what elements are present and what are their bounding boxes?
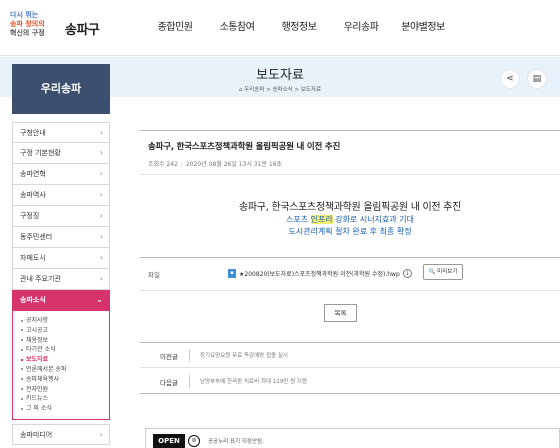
license-text: 공공누리 표기 지정안됨. bbox=[208, 439, 264, 445]
prev-post-row[interactable]: 이전글 장기요양요원 무료 독감예방 접종 실시 bbox=[140, 343, 560, 368]
submenu-item[interactable]: 그 외 소식 bbox=[21, 404, 109, 414]
prev-post-label: 이전글 bbox=[160, 353, 178, 361]
chevron-right-icon: › bbox=[99, 190, 103, 199]
sidebar-title: 우리송파 bbox=[12, 64, 110, 114]
body-subheadline-1: 스포츠 인프라 강화로 시너지효과 기대 bbox=[286, 215, 414, 224]
page-title: 보도자료 bbox=[256, 68, 304, 83]
sidebar-item[interactable]: 송파미디어 › bbox=[12, 423, 110, 445]
logo-name: 송파구 bbox=[65, 23, 100, 38]
logo-slogan: 다시 뛰는 송파 창의의 혁신의 구정 bbox=[10, 11, 45, 37]
sidebar-item[interactable]: 구정 기본현황 › bbox=[12, 143, 110, 164]
gnb-item[interactable]: 종합민원 bbox=[150, 0, 200, 56]
submenu-item[interactable]: 전자민원 bbox=[21, 385, 109, 395]
next-post-row[interactable]: 다음글 남양부부에 한국판 치료비 최대 119만 원 지원 bbox=[140, 369, 560, 394]
chevron-right-icon: › bbox=[99, 128, 103, 137]
sidebar-submenu: 공지사항 고시공고 채용정보 타기관 소식 보도자료 언론에서본 송파 송파체육… bbox=[12, 311, 110, 420]
download-icon[interactable]: ↓ bbox=[402, 268, 412, 278]
article-title: 송파구, 한국스포츠정책과학원 올림픽공원 내 이전 추진 bbox=[148, 142, 341, 152]
chevron-right-icon: › bbox=[99, 232, 103, 241]
gnb-item[interactable]: 분야별정보 bbox=[394, 0, 452, 56]
chevron-right-icon: › bbox=[99, 429, 103, 439]
submenu-item[interactable]: 공지사항 bbox=[21, 316, 109, 326]
sidebar-item[interactable]: 관내 주요기관 › bbox=[12, 269, 110, 290]
gnb-item[interactable]: 우리송파 bbox=[332, 0, 390, 56]
site-logo[interactable]: 다시 뛰는 송파 창의의 혁신의 구정 송파구 bbox=[10, 11, 128, 45]
chevron-right-icon: › bbox=[99, 169, 103, 178]
chevron-right-icon: › bbox=[99, 211, 103, 220]
views-count: 조회수 242 bbox=[148, 161, 178, 168]
submenu-item[interactable]: 송파체육행사 bbox=[21, 375, 109, 385]
sidebar-item[interactable]: 자매도시 › bbox=[12, 248, 110, 269]
sidebar-item-active[interactable]: 송파소식 ⌄ bbox=[12, 290, 110, 311]
print-icon[interactable]: ▤ bbox=[527, 69, 547, 89]
chevron-right-icon: › bbox=[99, 253, 103, 262]
file-label: 파일 bbox=[148, 271, 160, 279]
chevron-right-icon: › bbox=[99, 274, 103, 283]
submenu-item[interactable]: 고시공고 bbox=[21, 326, 109, 336]
sidebar-item[interactable]: 송파연혁 › bbox=[12, 164, 110, 185]
sidebar-item[interactable]: 송파역사 › bbox=[12, 185, 110, 206]
body-subheadline-2: 도시관리계획 절차 완료 후 최종 확정 bbox=[288, 227, 412, 236]
open-license-badge: OPEN bbox=[153, 434, 185, 448]
breadcrumb: ⌂ 우리송파 > 송파소식 > 보도자료 bbox=[238, 87, 322, 93]
share-icon[interactable]: ⋖ bbox=[500, 69, 520, 89]
post-date: 2020년 08월 26일 13시 31분 16초 bbox=[185, 161, 283, 168]
divider bbox=[140, 130, 560, 131]
license-box: OPEN ⊜ 공공누리 표기 지정안됨. bbox=[145, 428, 560, 448]
divider bbox=[140, 290, 560, 291]
divider bbox=[140, 257, 560, 258]
sidebar-item[interactable]: 동주민센터 › bbox=[12, 227, 110, 248]
prev-post-link[interactable]: 장기요양요원 무료 독감예방 접종 실시 bbox=[200, 351, 288, 359]
sidebar-item[interactable]: 구청안내 › bbox=[12, 122, 110, 143]
hwp-file-icon: ▪ bbox=[228, 268, 236, 278]
attachment: ▪ ★200820(보도자료)스포츠정책과학원 이전(과학원 수정).hwp ↓ bbox=[228, 266, 412, 280]
site-header: 다시 뛰는 송파 창의의 혁신의 구정 송파구 종합민원 소통참여 행정정보 우… bbox=[0, 0, 560, 56]
submenu-item[interactable]: 언론에서본 송파 bbox=[21, 365, 109, 375]
sidebar-menu: 구청안내 › 구정 기본현황 › 송파연혁 › 송파역사 › 구정징 › 동주민센터 › 자… bbox=[12, 122, 110, 445]
gnb-item[interactable]: 행정정보 bbox=[270, 0, 328, 56]
gnb-item[interactable]: 소통참여 bbox=[208, 0, 266, 56]
submenu-item[interactable]: 채용정보 bbox=[21, 336, 109, 346]
next-post-label: 다음글 bbox=[160, 379, 178, 387]
sidebar-item[interactable]: 구정징 › bbox=[12, 206, 110, 227]
main-nav: 종합민원 소통참여 행정정보 우리송파 분야별정보 bbox=[150, 0, 452, 56]
attachment-link[interactable]: ★200820(보도자료)스포츠정책과학원 이전(과학원 수정).hwp bbox=[239, 269, 400, 278]
preview-button[interactable]: 🔍 미리보기 bbox=[423, 264, 463, 280]
body-headline: 송파구, 한국스포츠정책과학원 올림픽공원 내 이전 추진 bbox=[239, 202, 461, 213]
list-button[interactable]: 목록 bbox=[324, 304, 357, 322]
divider bbox=[140, 174, 560, 175]
license-icon: ⊜ bbox=[188, 435, 200, 447]
next-post-link[interactable]: 남양부부에 한국판 치료비 최대 119만 원 지원 bbox=[200, 377, 307, 385]
submenu-item-current[interactable]: 보도자료 bbox=[21, 355, 109, 365]
chevron-down-icon: ⌄ bbox=[96, 295, 103, 304]
chevron-right-icon: › bbox=[99, 148, 103, 157]
submenu-item[interactable]: 타기관 소식 bbox=[21, 345, 109, 355]
submenu-item[interactable]: 카드뉴스 bbox=[21, 394, 109, 404]
article-meta: 조회수 242 | 2020년 08월 26일 13시 31분 16초 bbox=[148, 161, 283, 168]
